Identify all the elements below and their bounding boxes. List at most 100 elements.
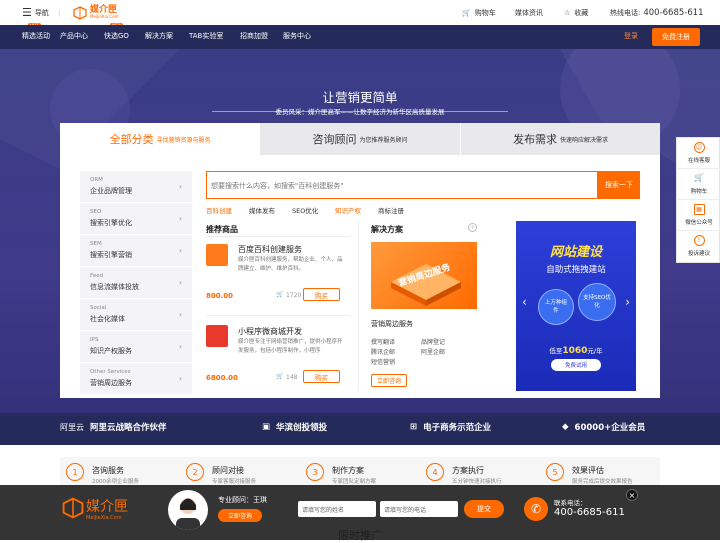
search-input[interactable]: 想要搜索什么内容，如搜索"百科创建服务" xyxy=(206,171,598,199)
media-news-link[interactable]: 媒体资讯 xyxy=(515,0,543,25)
sidebar-item-other[interactable]: Other Services 营销周边服务 › xyxy=(80,363,192,395)
sidebar-item-cn: 营销周边服务 xyxy=(90,379,132,387)
hero-subtitle[interactable]: 委员风采：媒介匣高军——让数字经济为新华区高质量发展 xyxy=(0,106,720,116)
nav-item-service[interactable]: 服务中心 xyxy=(283,31,311,41)
name-placeholder: 请填写您的姓名 xyxy=(302,507,345,514)
tab-all-categories[interactable]: 全部分类 寻找营销资源与服务 xyxy=(60,123,260,155)
sidebar-item-en: Social xyxy=(90,305,107,311)
register-button[interactable]: 免费注册 xyxy=(652,28,700,46)
divider xyxy=(206,315,350,316)
banner-price: 低至1060元/年 xyxy=(516,345,636,356)
media-news-label: 媒体资讯 xyxy=(515,8,543,17)
chevron-right-icon[interactable]: › xyxy=(625,295,630,309)
search-tag[interactable]: 百科创建 xyxy=(206,205,232,215)
cart-link[interactable]: 🛒 购物车 xyxy=(462,0,496,25)
step-subtitle: 2000余项企业服务 xyxy=(92,479,139,485)
phone-input[interactable]: 请填写您的电话 xyxy=(380,501,458,517)
solution-link[interactable]: 品牌登记 xyxy=(421,337,445,346)
nav-item-franchise[interactable]: 招商加盟 xyxy=(240,31,268,41)
recommend-title: 推荐商品 xyxy=(206,225,238,234)
price-prefix: 低至 xyxy=(549,347,563,355)
product-name: 小程序微商城开发 xyxy=(238,327,302,336)
cart-label: 购物车 xyxy=(474,8,496,17)
search-button[interactable]: 搜索一下 xyxy=(598,171,640,199)
consult-button[interactable]: 立即咨询 xyxy=(371,374,407,387)
hotline-number: 400-6685-611 xyxy=(643,7,704,18)
nav-item-tab-lab[interactable]: TAB实验室 xyxy=(189,31,223,41)
cart-button[interactable]: 🛒 购物车 xyxy=(677,169,720,200)
tab-sublabel: 寻找营销资源与服务 xyxy=(156,136,211,144)
name-input[interactable]: 请填写您的姓名 xyxy=(298,501,376,517)
complaint-button[interactable]: ! 投诉建议 xyxy=(677,231,720,262)
cart-icon: 🛒 xyxy=(276,373,284,380)
hotline-label: 热线电话: xyxy=(610,8,641,17)
sidebar-item-seo[interactable]: SEO 搜索引擎优化 › xyxy=(80,203,192,235)
main-nav: 精选活动 产品中心 快选GO 解决方案 TAB实验室 招商加盟 服务中心 登录 … xyxy=(0,25,720,49)
submit-button[interactable]: 提交 xyxy=(464,500,504,518)
sidebar-item-ips[interactable]: IPS 知识产权服务 › xyxy=(80,331,192,363)
menu-button[interactable]: ☰ 导航 xyxy=(22,0,49,25)
menu-label: 导航 xyxy=(34,8,49,17)
wechat-button[interactable]: ▦ 微信公众号 xyxy=(677,200,720,231)
sidebar-item-en: ORM xyxy=(90,177,103,183)
banner-circle-left: 上万种组件 xyxy=(538,289,574,325)
register-label: 免费注册 xyxy=(662,33,690,41)
solutions-title: 解决方案 xyxy=(371,225,403,234)
search-placeholder: 想要搜索什么内容，如搜索"百科创建服务" xyxy=(211,182,344,190)
sidebar-item-cn: 信息流媒体投放 xyxy=(90,283,139,291)
step-number: 4 xyxy=(426,463,444,481)
plus-circle-icon[interactable]: + xyxy=(468,223,477,232)
free-trial-button[interactable]: 免费试用 xyxy=(551,359,601,371)
solution-caption[interactable]: 营销周边服务 xyxy=(371,319,413,329)
website-build-banner[interactable]: 网站建设 自助式拖拽建站 上万种组件 支持SEO优化 ‹ › 低至1060元/年… xyxy=(516,221,636,391)
search-tag[interactable]: 媒体发布 xyxy=(249,205,275,215)
headset-icon: ☺ xyxy=(693,142,705,153)
step-number: 3 xyxy=(306,463,324,481)
step-number: 1 xyxy=(66,463,84,481)
search-tag[interactable]: 商标注册 xyxy=(378,205,404,215)
chevron-left-icon[interactable]: ‹ xyxy=(522,295,527,309)
partner-text: 60000+企业会员 xyxy=(574,423,646,433)
nav-item-solutions[interactable]: 解决方案 xyxy=(145,31,173,41)
product-desc: 媒介匣百科创建服务，帮助企业、个人、品牌建立、维护、维护百科。 xyxy=(238,257,343,272)
step-number: 5 xyxy=(546,463,564,481)
cart-icon: 🛒 xyxy=(276,291,284,298)
solution-link[interactable]: 短信营销 xyxy=(371,357,395,366)
sidebar-item-cn: 企业品牌管理 xyxy=(90,187,132,195)
online-service-button[interactable]: ☺ 在线客服 xyxy=(677,138,720,169)
solution-image[interactable]: 营销周边服务 xyxy=(371,242,477,309)
chevron-right-icon: › xyxy=(178,374,182,383)
product-desc: 媒介匣专注于网络营销推广，提供小程序开发服务，包括小程序制作，小程序 xyxy=(238,339,343,354)
close-icon[interactable]: × xyxy=(626,489,638,501)
favorite-link[interactable]: ☆ 收藏 xyxy=(564,0,588,25)
search-tag[interactable]: 知识产权 xyxy=(335,205,361,215)
sidebar-item-sem[interactable]: SEM 搜索引擎营销 › xyxy=(80,235,192,267)
hamburger-icon: ☰ xyxy=(22,6,32,19)
buy-button[interactable]: 购买 xyxy=(303,288,340,301)
nav-item-products[interactable]: 产品中心 xyxy=(60,31,88,41)
buy-button[interactable]: 购买 xyxy=(303,370,340,383)
solution-link[interactable]: 腾讯企邮 xyxy=(371,347,395,356)
consult-footer-bar: 媒介匣 MeiJieXia.Com 专业顾问：王琪 立即咨询 请填写您的姓名 请… xyxy=(0,485,720,540)
sidebar-item-orm[interactable]: ORM 企业品牌管理 › xyxy=(80,171,192,203)
search-tag[interactable]: SEO优化 xyxy=(292,205,318,215)
solution-link[interactable]: 阿里企邮 xyxy=(421,347,445,356)
avatar-icon xyxy=(176,498,200,530)
tab-post-demand[interactable]: 发布需求 快速响应解决需求 xyxy=(460,123,660,155)
banner-title: 网站建设 xyxy=(549,245,602,260)
product-image xyxy=(206,244,228,266)
nav-item-quickgo[interactable]: 快选GO xyxy=(104,31,129,41)
footer-consult-button[interactable]: 立即咨询 xyxy=(218,509,262,522)
search-button-label: 搜索一下 xyxy=(605,181,633,189)
sidebar-item-social[interactable]: Social 社会化媒体 › xyxy=(80,299,192,331)
nav-item-activities[interactable]: 精选活动 xyxy=(22,31,50,41)
product-card[interactable]: 百度百科创建服务 媒介匣百科创建服务，帮助企业、个人、品牌建立、维护、维护百科。… xyxy=(206,241,350,303)
tab-consultant[interactable]: 咨询顾问 为您推荐服务顾问 xyxy=(260,123,460,155)
sidebar-item-en: SEM xyxy=(90,241,102,247)
sidebar-item-feed[interactable]: Feed 信息流媒体投放 › xyxy=(80,267,192,299)
product-card[interactable]: 小程序微商城开发 媒介匣专注于网络营销推广，提供小程序开发服务，包括小程序制作，… xyxy=(206,323,350,385)
login-link[interactable]: 登录 xyxy=(624,31,638,41)
banner-circle-text: 支持SEO优化 xyxy=(583,295,611,309)
logo[interactable]: 媒介匣 MeiJieXia.Com xyxy=(73,0,119,25)
solution-link[interactable]: 撰写翻译 xyxy=(371,337,395,346)
